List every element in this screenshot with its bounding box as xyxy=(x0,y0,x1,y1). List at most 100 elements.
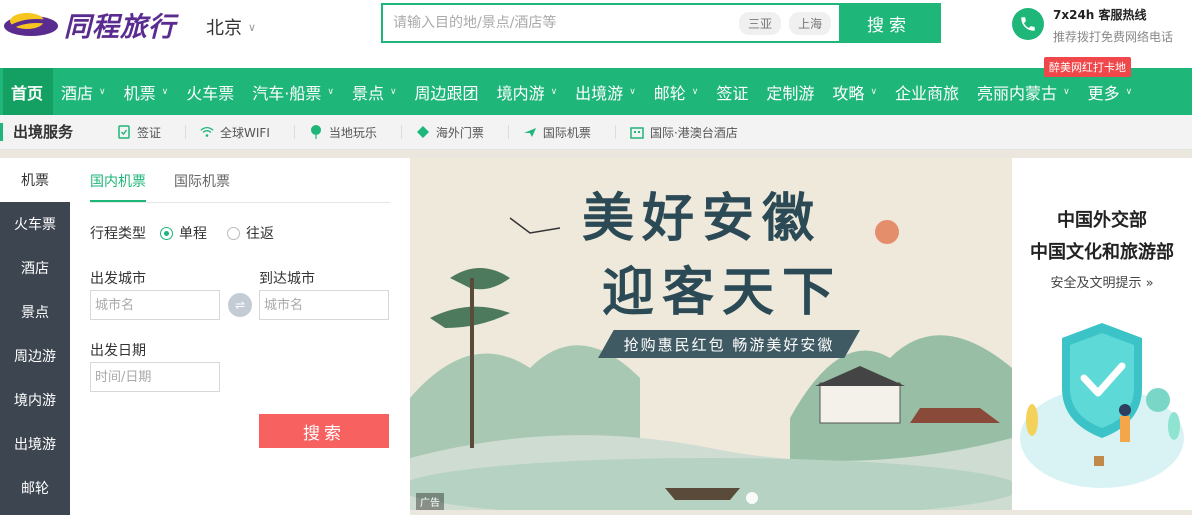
subnav-item-wifi[interactable]: 全球WIFI xyxy=(186,125,295,140)
nav-item-custom-tour[interactable]: 定制游 xyxy=(758,68,824,115)
nav-item-cruise[interactable]: 邮轮 ∨ xyxy=(646,68,709,115)
hot-search-tag[interactable]: 上海 xyxy=(788,11,831,35)
hotline-subtitle: 推荐拨打免费网络电话 xyxy=(1053,30,1174,44)
swap-cities-icon[interactable]: ⇌ xyxy=(228,293,252,317)
chevron-down-icon: ∨ xyxy=(870,86,878,97)
side-tab-train[interactable]: 火车票 xyxy=(0,202,70,246)
hotel-icon xyxy=(630,125,644,139)
flight-search-form: 国内机票 国际机票 行程类型 单程 往返 出发城市 ⇌ 到达城市 出发日期 xyxy=(90,158,390,515)
ticket-icon xyxy=(416,125,430,139)
site-header: 同程旅行 北京 ∨ 三亚 上海 搜索 7x24h 客服热线 推荐拨打免费网络电话 xyxy=(0,0,1192,68)
hotline-title: 7x24h 客服热线 xyxy=(1053,8,1147,22)
subnav-item-intl-flights[interactable]: 国际机票 xyxy=(509,125,616,140)
main-nav: 首页 酒店 ∨ 机票 ∨ 火车票 汽车·船票 ∨ 景点 ∨ 周边跟团 境内游 ∨ 出境游 ∨… xyxy=(0,68,1192,115)
promo-badge[interactable]: 醉美网红打卡地 xyxy=(1044,57,1131,77)
promo-banner[interactable]: 美好安徽 迎客天下 抢购惠民红包 畅游美好安徽 广告 xyxy=(410,158,1012,510)
nav-label: 定制游 xyxy=(766,83,815,103)
notice-line2: 中国文化和旅游部 xyxy=(1030,242,1174,263)
nav-item-outbound[interactable]: 出境游 ∨ xyxy=(567,68,646,115)
hot-search-tag[interactable]: 三亚 xyxy=(738,11,781,35)
search-button[interactable]: 搜索 xyxy=(839,5,939,41)
ad-tag: 广告 xyxy=(416,493,444,510)
chevron-down-icon: ∨ xyxy=(550,86,558,97)
flight-search-button[interactable]: 搜索 xyxy=(259,414,389,448)
tab-domestic-flight[interactable]: 国内机票 xyxy=(90,171,146,202)
logo-icon xyxy=(4,13,58,36)
side-tab-domestic[interactable]: 境内游 xyxy=(0,378,70,422)
subnav-label: 签证 xyxy=(137,125,162,140)
to-label: 到达城市 xyxy=(259,271,315,287)
subnav-item-overseas-tickets[interactable]: 海外门票 xyxy=(402,125,509,140)
logo[interactable]: 同程旅行 xyxy=(2,4,192,44)
round-trip-radio[interactable]: 往返 xyxy=(227,223,274,243)
subnav-label: 全球WIFI xyxy=(220,125,270,140)
city-selector[interactable]: 北京 ∨ xyxy=(206,14,256,40)
safety-notice-card[interactable]: 中国外交部 中国文化和旅游部 安全及文明提示 » xyxy=(1012,158,1192,510)
one-way-radio[interactable]: 单程 xyxy=(160,223,207,243)
tab-international-flight[interactable]: 国际机票 xyxy=(174,171,230,202)
subnav-label: 海外门票 xyxy=(435,125,484,140)
chevron-down-icon: ∨ xyxy=(629,86,636,97)
nav-label: 首页 xyxy=(11,83,44,103)
date-label: 出发日期 xyxy=(90,343,146,359)
radio-dot xyxy=(227,226,240,240)
nav-item-business-travel[interactable]: 企业商旅 xyxy=(887,68,969,115)
balloon-icon xyxy=(309,125,323,139)
carousel-indicator[interactable] xyxy=(746,492,758,504)
search-bar: 三亚 上海 搜索 xyxy=(381,3,941,43)
shield-check-icon xyxy=(1020,323,1184,488)
nav-label: 景点 xyxy=(351,83,384,103)
subnav-item-visa[interactable]: 签证 xyxy=(103,125,187,140)
nav-item-guides[interactable]: 攻略 ∨ xyxy=(824,68,887,115)
trip-type-row: 行程类型 单程 往返 xyxy=(90,223,390,243)
customer-hotline[interactable]: 7x24h 客服热线 推荐拨打免费网络电话 xyxy=(1012,6,1173,45)
nav-item-hotel[interactable]: 酒店 ∨ xyxy=(53,68,116,115)
nav-label: 周边跟团 xyxy=(414,83,479,103)
wifi-icon xyxy=(200,125,214,139)
subnav-item-intl-hotels[interactable]: 国际·港澳台酒店 xyxy=(616,125,762,140)
nav-label: 机票 xyxy=(123,83,156,103)
nav-label: 企业商旅 xyxy=(895,83,960,103)
subnav-item-local-fun[interactable]: 当地玩乐 xyxy=(295,125,402,140)
side-tab-nearby[interactable]: 周边游 xyxy=(0,334,70,378)
chevron-down-icon: ∨ xyxy=(1125,86,1133,97)
flight-type-tabs: 国内机票 国际机票 xyxy=(90,158,390,203)
subnav-label: 国际·港澳台酒店 xyxy=(649,125,738,140)
city-label: 北京 xyxy=(206,18,242,39)
safety-tips-link[interactable]: 安全及文明提示 » xyxy=(1012,272,1192,291)
side-tab-hotel[interactable]: 酒店 xyxy=(0,246,70,290)
nav-item-nearby-tours[interactable]: 周边跟团 xyxy=(407,68,489,115)
radio-dot xyxy=(160,226,173,240)
to-city-input[interactable] xyxy=(259,290,389,320)
subnav-label: 国际机票 xyxy=(542,125,591,140)
nav-label: 邮轮 xyxy=(653,83,686,103)
subnav-label: 当地玩乐 xyxy=(328,125,377,140)
from-city-input[interactable] xyxy=(90,290,220,320)
nav-item-train[interactable]: 火车票 xyxy=(178,68,244,115)
subnav-title: 出境服务 xyxy=(0,123,73,141)
nav-item-domestic[interactable]: 境内游 ∨ xyxy=(489,68,568,115)
phone-icon xyxy=(1012,8,1044,40)
nav-item-visa[interactable]: 签证 xyxy=(708,68,758,115)
radio-label: 往返 xyxy=(246,226,274,242)
banner-title: 美好安徽 xyxy=(582,188,823,249)
side-tab-attraction[interactable]: 景点 xyxy=(0,290,70,334)
outbound-services-bar: 出境服务 签证 全球WIFI 当地玩乐 海外门票 国际机票 国际·港澳台酒店 xyxy=(0,115,1192,150)
nav-item-home[interactable]: 首页 xyxy=(3,68,54,115)
chevron-down-icon: ∨ xyxy=(161,86,169,97)
nav-item-flight[interactable]: 机票 ∨ xyxy=(116,68,179,115)
booking-panel: 机票 火车票 酒店 景点 周边游 境内游 出境游 邮轮 国内机票 国际机票 行程… xyxy=(0,158,410,515)
visa-icon xyxy=(117,125,131,139)
search-input[interactable] xyxy=(383,5,739,41)
chevron-down-icon: ∨ xyxy=(691,86,699,97)
nav-item-bus-ferry[interactable]: 汽车·船票 ∨ xyxy=(244,68,344,115)
radio-label: 单程 xyxy=(179,226,207,242)
side-tab-outbound[interactable]: 出境游 xyxy=(0,422,70,466)
main-stage: 机票 火车票 酒店 景点 周边游 境内游 出境游 邮轮 国内机票 国际机票 行程… xyxy=(0,150,1192,515)
nav-label: 火车票 xyxy=(186,83,235,103)
departure-date-input[interactable] xyxy=(90,362,220,392)
nav-label: 签证 xyxy=(716,83,749,103)
nav-item-attractions[interactable]: 景点 ∨ xyxy=(344,68,407,115)
side-tab-flight[interactable]: 机票 xyxy=(0,158,70,202)
side-tab-cruise[interactable]: 邮轮 xyxy=(0,466,70,510)
